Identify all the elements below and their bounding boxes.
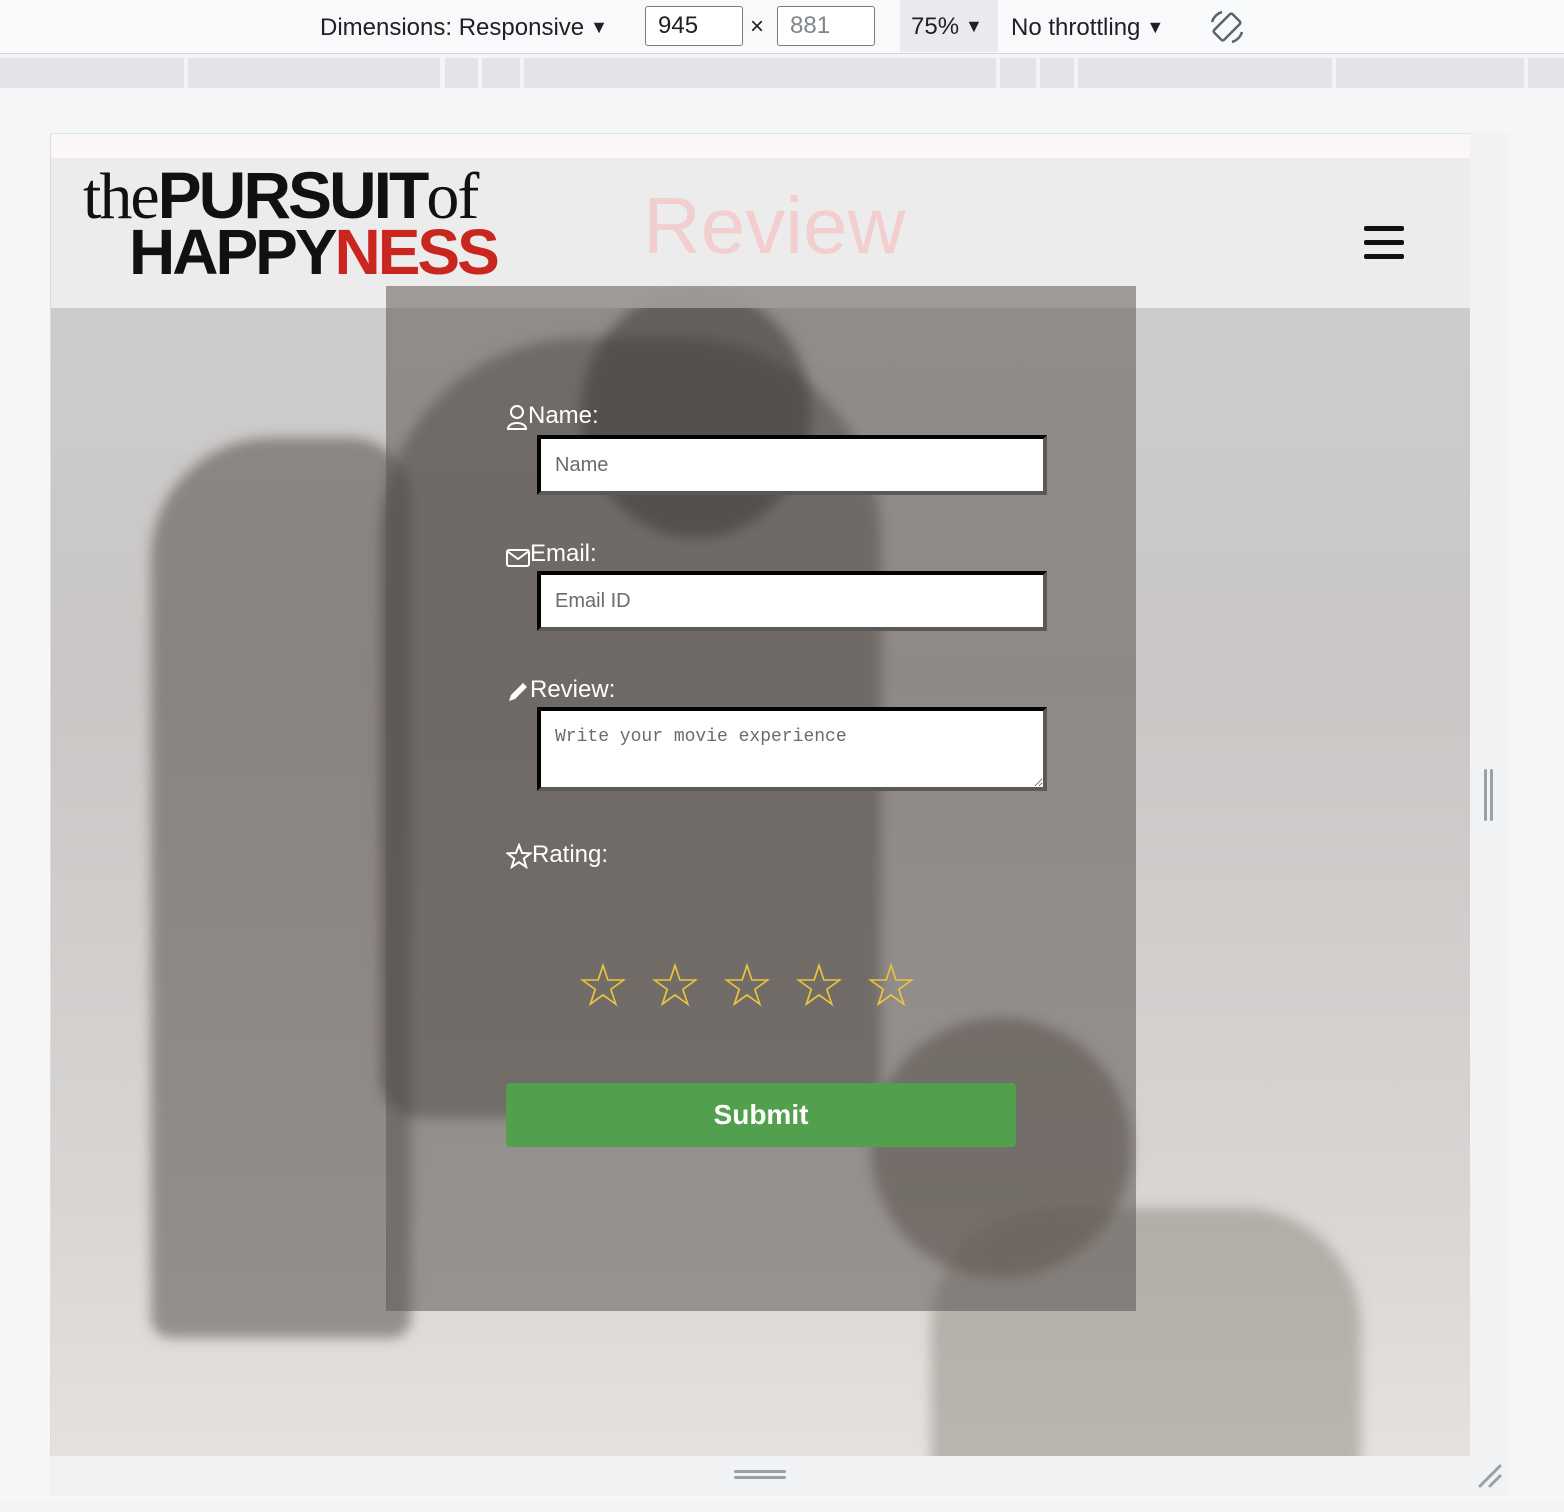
devtools-toolbar: Dimensions: Responsive▼ × 75%▼ No thrott…: [0, 0, 1564, 54]
logo-text: HAPPY: [129, 216, 337, 288]
rotate-icon[interactable]: [1208, 8, 1246, 46]
name-label: Name:: [528, 402, 599, 429]
site-logo[interactable]: thePURSUITof HAPPYNESS: [83, 162, 513, 292]
media-query-segment[interactable]: [1078, 58, 1332, 88]
caret-down-icon: ▼: [965, 16, 983, 36]
grip-line: [1490, 769, 1493, 821]
throttling-dropdown[interactable]: No throttling ▼: [1011, 0, 1164, 54]
star-rating: ☆ ☆ ☆ ☆ ☆: [574, 951, 920, 1021]
rating-label: Rating:: [532, 841, 609, 868]
throttling-label: No throttling: [1011, 14, 1141, 41]
user-icon: [506, 405, 528, 430]
review-label: Review:: [530, 676, 616, 703]
viewport-height-input[interactable]: [777, 6, 875, 46]
email-label: Email:: [530, 540, 597, 567]
grip-line: [734, 1476, 786, 1479]
name-label-row: Name:: [506, 402, 599, 430]
name-input[interactable]: [537, 435, 1047, 495]
page-title: Review: [643, 181, 906, 270]
media-query-segment[interactable]: [1336, 58, 1524, 88]
corner-resize-icon[interactable]: [1476, 1462, 1504, 1490]
submit-button[interactable]: Submit: [506, 1083, 1016, 1147]
rating-star-3[interactable]: ☆: [718, 951, 776, 1021]
grip-line: [1484, 769, 1487, 821]
star-icon: [506, 843, 532, 869]
right-resize-handle[interactable]: [1470, 133, 1508, 1456]
background-figure: [151, 438, 411, 1338]
rating-star-1[interactable]: ☆: [574, 951, 632, 1021]
dimension-separator: ×: [750, 13, 765, 40]
dimensions-dropdown[interactable]: Dimensions: Responsive ▼: [320, 0, 608, 54]
hamburger-icon[interactable]: [1364, 226, 1404, 260]
email-input[interactable]: [537, 571, 1047, 631]
media-query-segment[interactable]: [1040, 58, 1074, 88]
email-label-row: Email:: [506, 540, 597, 568]
pencil-icon: [509, 683, 527, 701]
media-query-bar: [0, 54, 1564, 90]
grip-line: [734, 1470, 786, 1473]
device-viewport: thePURSUITof HAPPYNESS Review Name: Emai…: [50, 133, 1470, 1456]
review-form: Name: Email: Review: Rating: ☆ ☆ ☆: [386, 286, 1136, 1311]
logo-text: NESS: [334, 216, 500, 288]
rating-star-2[interactable]: ☆: [646, 951, 704, 1021]
page-top-strip: [51, 134, 1470, 158]
review-label-row: Review:: [506, 676, 615, 704]
envelope-icon: [506, 549, 530, 567]
media-query-segment[interactable]: [445, 58, 478, 88]
bottom-resize-handle[interactable]: [50, 1456, 1508, 1496]
rating-label-row: Rating:: [506, 841, 608, 869]
rating-star-4[interactable]: ☆: [790, 951, 848, 1021]
media-query-segment[interactable]: [524, 58, 996, 88]
review-textarea[interactable]: [537, 707, 1047, 791]
caret-down-icon: ▼: [590, 17, 608, 37]
dimensions-label: Dimensions: Responsive: [320, 14, 585, 41]
media-query-segment[interactable]: [1000, 58, 1036, 88]
media-query-segment[interactable]: [482, 58, 520, 88]
zoom-label: 75%: [911, 13, 960, 40]
media-query-segment[interactable]: [188, 58, 440, 88]
caret-down-icon: ▼: [1146, 17, 1165, 37]
media-query-segment[interactable]: [1528, 58, 1564, 88]
rating-star-5[interactable]: ☆: [862, 951, 920, 1021]
media-query-segment[interactable]: [0, 58, 184, 88]
viewport-width-input[interactable]: [645, 6, 743, 46]
zoom-dropdown[interactable]: 75% ▼: [900, 0, 998, 52]
